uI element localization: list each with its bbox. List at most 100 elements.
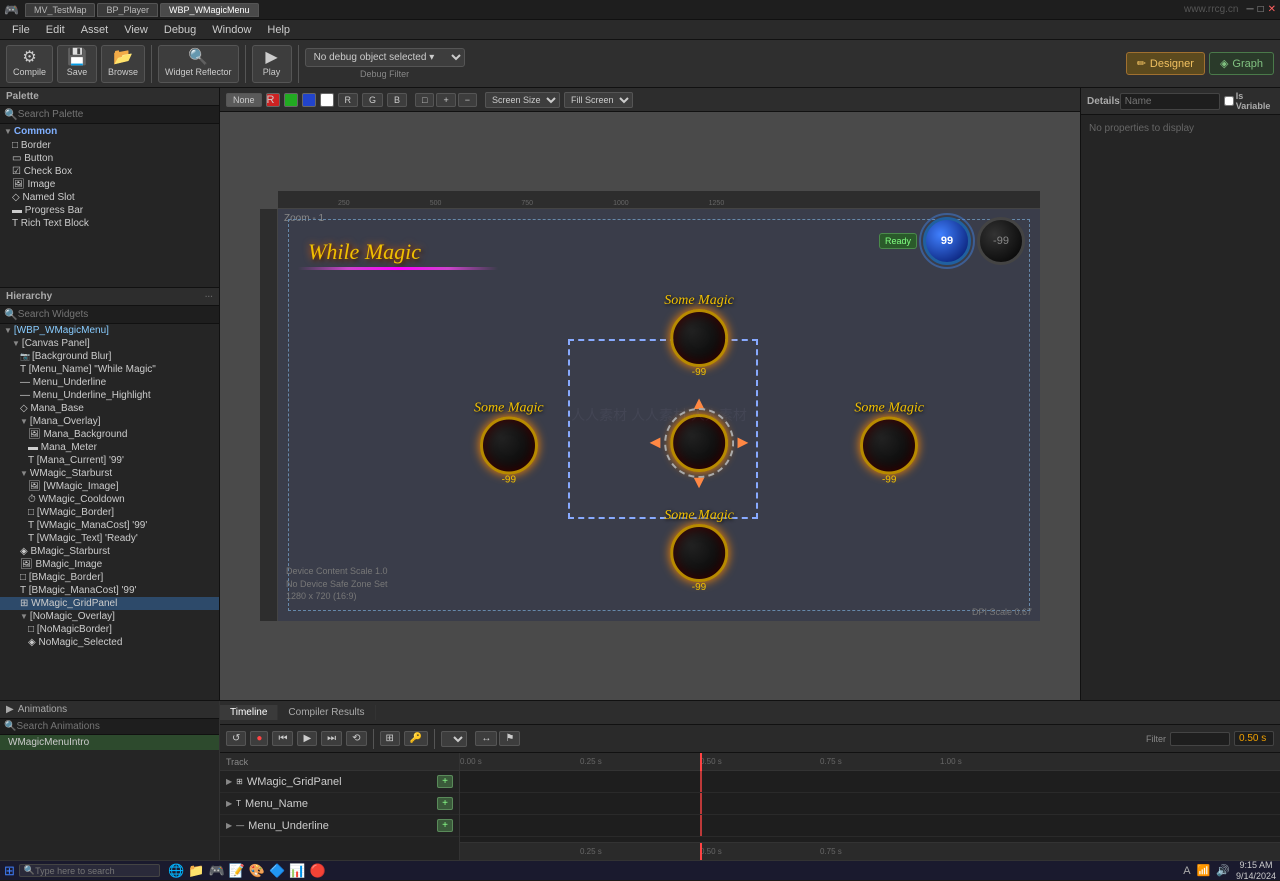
taskbar-app-5[interactable]: 🎨 (249, 863, 265, 879)
hierarchy-bmagic-border[interactable]: □ [BMagic_Border] (0, 571, 219, 584)
hierarchy-root[interactable]: ▼ [WBP_WMagicMenu] (0, 324, 219, 337)
browse-button[interactable]: 📂 Browse (101, 45, 145, 83)
palette-item-image[interactable]: 🖼 Image (0, 178, 219, 191)
palette-item-border[interactable]: □ Border (0, 139, 219, 152)
hierarchy-wmagic-image[interactable]: 🖼 [WMagic_Image] (0, 480, 219, 493)
play-button[interactable]: ▶ Play (252, 45, 292, 83)
taskbar-clock[interactable]: 9:15 AM 9/14/2024 (1236, 860, 1276, 881)
canvas-color-white[interactable] (320, 93, 334, 107)
canvas-color-green[interactable] (284, 93, 298, 107)
hierarchy-bmagic-manacost[interactable]: T [BMagic_ManaCost] '99' (0, 584, 219, 597)
spell-bottom[interactable]: Some Magic -99 (664, 508, 734, 593)
tl-time-input[interactable] (1234, 731, 1274, 746)
tab-wbp-wmagic-menu[interactable]: WBP_WMagicMenu (160, 3, 259, 17)
hierarchy-mana-overlay[interactable]: ▼ [Mana_Overlay] (0, 415, 219, 428)
tl-icon-2[interactable]: ⚑ (499, 731, 520, 746)
track-menu-name[interactable]: ▶ T Menu_Name + (220, 793, 459, 815)
menu-view[interactable]: View (116, 23, 156, 37)
canvas-color-blue[interactable] (302, 93, 316, 107)
track-add-3[interactable]: + (437, 819, 453, 832)
spell-top[interactable]: Some Magic -99 (664, 293, 734, 378)
hierarchy-wmagic-cooldown[interactable]: ⏱ WMagic_Cooldown (0, 493, 219, 506)
tl-step-back-btn[interactable]: ⏮ (272, 731, 293, 746)
menu-edit[interactable]: Edit (38, 23, 73, 37)
canvas-square-btn[interactable]: □ (415, 93, 434, 107)
menu-asset[interactable]: Asset (73, 23, 117, 37)
canvas-none-btn[interactable]: None (226, 93, 262, 107)
hierarchy-menu-underline[interactable]: — Menu_Underline (0, 376, 219, 389)
taskbar-app-7[interactable]: 📊 (289, 863, 305, 879)
tl-icon-1[interactable]: ↔ (475, 731, 497, 746)
hierarchy-bg-blur[interactable]: 📷 [Background Blur] (0, 350, 219, 363)
canvas-minus-btn[interactable]: − (458, 93, 477, 107)
menu-debug[interactable]: Debug (156, 23, 204, 37)
canvas-color-red[interactable]: R (266, 93, 280, 107)
graph-button[interactable]: ◈ Graph (1209, 52, 1274, 75)
designer-button[interactable]: ✏ Designer (1126, 52, 1205, 75)
menu-help[interactable]: Help (259, 23, 298, 37)
hierarchy-wmagic-gridpanel[interactable]: ⊞ WMagic_GridPanel (0, 597, 219, 610)
hierarchy-bmagic-image[interactable]: 🖼 BMagic_Image (0, 558, 219, 571)
hierarchy-mana-current[interactable]: T [Mana_Current] '99' (0, 454, 219, 467)
menu-window[interactable]: Window (204, 23, 259, 37)
hierarchy-wmagic-text[interactable]: T [WMagic_Text] 'Ready' (0, 532, 219, 545)
taskbar-app-3[interactable]: 🎮 (209, 863, 225, 879)
hierarchy-search-input[interactable] (18, 309, 215, 320)
hierarchy-nomagicborder[interactable]: □ [NoMagicBorder] (0, 623, 219, 636)
taskbar-lang-icon[interactable]: A (1183, 865, 1190, 877)
maximize-btn[interactable]: □ (1258, 4, 1264, 15)
hierarchy-bmagic-starburst[interactable]: ◈ BMagic_Starburst (0, 545, 219, 558)
track-menu-underline[interactable]: ▶ — Menu_Underline + (220, 815, 459, 837)
spell-left[interactable]: Some Magic -99 (474, 400, 544, 485)
taskbar-volume-icon[interactable]: 🔊 (1216, 864, 1230, 877)
hierarchy-mana-bg[interactable]: 🖼 Mana_Background (0, 428, 219, 441)
taskbar-network-icon[interactable]: 📶 (1197, 864, 1211, 877)
taskbar-app-1[interactable]: 🌐 (168, 863, 184, 879)
close-btn[interactable]: ✕ (1268, 4, 1276, 15)
details-name-input[interactable] (1120, 93, 1220, 110)
canvas-plus-btn[interactable]: + (436, 93, 455, 107)
taskbar-app-6[interactable]: 🔷 (269, 863, 285, 879)
tl-key-btn[interactable]: 🔑 (404, 731, 428, 746)
save-button[interactable]: 💾 Save (57, 45, 97, 83)
taskbar-search-input[interactable] (35, 866, 155, 876)
compile-button[interactable]: ⚙ Compile (6, 45, 53, 83)
palette-search-input[interactable] (18, 109, 215, 120)
tl-loop-btn[interactable]: ⟲ (346, 731, 366, 746)
animations-search-input[interactable] (16, 721, 215, 732)
palette-item-progress-bar[interactable]: ▬ Progress Bar (0, 204, 219, 217)
hierarchy-canvas-panel[interactable]: ▼ [Canvas Panel] (0, 337, 219, 350)
fps-select[interactable]: 20 fps (441, 731, 467, 747)
widget-design-canvas[interactable]: Zoom - 1 While Magic Ready 99 (278, 209, 1040, 621)
hierarchy-mana-meter[interactable]: ▬ Mana_Meter (0, 441, 219, 454)
canvas-b-btn[interactable]: B (387, 93, 407, 107)
tl-filter-input[interactable] (1170, 732, 1230, 746)
tab-timeline[interactable]: Timeline (220, 705, 278, 720)
menu-file[interactable]: File (4, 23, 38, 37)
taskbar-app-4[interactable]: 📝 (229, 863, 245, 879)
hierarchy-nomagic-overlay[interactable]: ▼ [NoMagic_Overlay] (0, 610, 219, 623)
hierarchy-nomagic-selected[interactable]: ◈ NoMagic_Selected (0, 636, 219, 649)
spell-right[interactable]: Some Magic -99 (854, 400, 924, 485)
canvas-r-btn[interactable]: R (338, 93, 359, 107)
tl-camera-btn[interactable]: ⊞ (380, 731, 400, 746)
track-add-1[interactable]: + (437, 775, 453, 788)
hierarchy-mana-base[interactable]: ◇ Mana_Base (0, 402, 219, 415)
palette-item-named-slot[interactable]: ◇ Named Slot (0, 191, 219, 204)
debug-object-select[interactable]: No debug object selected ▾ (305, 48, 465, 67)
palette-item-button[interactable]: ▭ Button (0, 152, 219, 165)
palette-item-checkbox[interactable]: ☑ Check Box (0, 165, 219, 178)
track-wmagic-gridpanel[interactable]: ▶ ⊞ WMagic_GridPanel + (220, 771, 459, 793)
palette-item-rich-text[interactable]: T Rich Text Block (0, 217, 219, 230)
minimize-btn[interactable]: ─ (1246, 4, 1253, 15)
track-add-2[interactable]: + (437, 797, 453, 810)
taskbar-app-8[interactable]: 🔴 (309, 863, 325, 879)
tl-play-btn[interactable]: ▶ (297, 731, 317, 746)
hierarchy-menu-name[interactable]: T [Menu_Name] "While Magic" (0, 363, 219, 376)
tab-bp-player[interactable]: BP_Player (97, 3, 158, 17)
taskbar-app-2[interactable]: 📁 (188, 863, 204, 879)
hierarchy-wmagic-starburst[interactable]: ▼ WMagic_Starburst (0, 467, 219, 480)
tl-record-btn[interactable]: ● (250, 731, 268, 746)
hierarchy-wmagic-manacost[interactable]: T [WMagic_ManaCost] '99' (0, 519, 219, 532)
canvas-g-btn[interactable]: G (362, 93, 383, 107)
